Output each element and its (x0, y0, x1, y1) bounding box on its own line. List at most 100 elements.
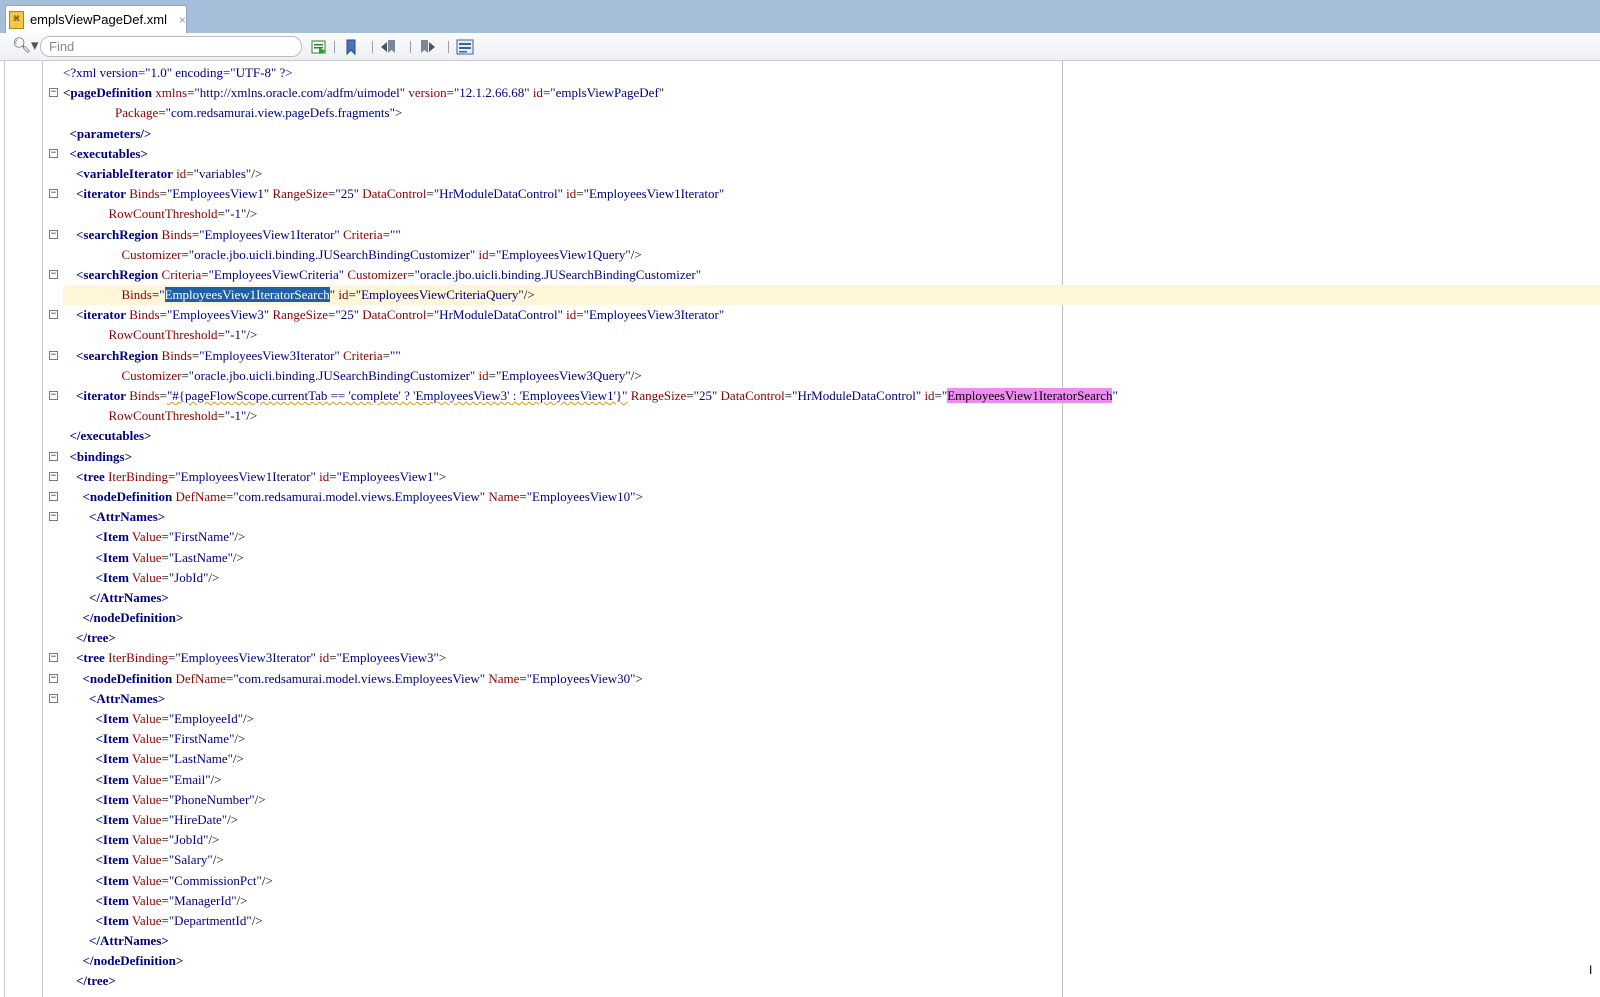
code-line[interactable]: <Item Value="EmployeeId"/> (5, 709, 1600, 729)
tab-empls-view-page-def[interactable]: ⌘ emplsViewPageDef.xml × (5, 5, 187, 33)
fold-toggle-icon[interactable]: − (49, 88, 58, 98)
code-line[interactable]: </executables> (5, 426, 1600, 446)
fold-toggle-icon[interactable]: − (49, 471, 58, 481)
code-token: <pageDefinition (63, 85, 153, 101)
code-line[interactable]: − <iterator Binds="EmployeesView1" Range… (5, 184, 1600, 204)
code-line[interactable]: − <executables> (5, 144, 1600, 164)
fold-toggle-icon[interactable]: − (49, 229, 58, 239)
code-editor[interactable]: <?xml version="1.0" encoding="UTF-8" ?> −… (4, 61, 1600, 997)
run-icon[interactable] (310, 38, 328, 56)
code-token: <tree (76, 650, 105, 666)
fold-toggle-icon[interactable]: − (49, 310, 58, 320)
code-line-text: <nodeDefinition DefName = "com.redsamurai.… (63, 669, 1600, 689)
code-line[interactable]: <Item Value="CommissionPct"/> (5, 871, 1600, 891)
fold-toggle-icon[interactable]: − (49, 148, 58, 158)
code-token: Binds (121, 287, 152, 303)
code-line[interactable]: <Item Value="Salary"/> (5, 850, 1600, 870)
code-line[interactable]: Binds="EmployeesView1IteratorSearch" id=… (5, 285, 1600, 306)
code-token: id (478, 367, 489, 383)
code-token: = (382, 347, 391, 363)
code-line[interactable]: </AttrNames> (5, 931, 1600, 951)
code-token: Binds (161, 226, 192, 242)
code-line[interactable]: <Item Value="FirstName"/> (5, 527, 1600, 547)
code-line[interactable]: RowCountThreshold="-1"/> (5, 325, 1600, 345)
fold-toggle-icon[interactable]: − (49, 491, 58, 501)
code-line[interactable]: − <searchRegion Criteria="EmployeesViewC… (5, 265, 1600, 285)
toolbar-separator (334, 41, 335, 53)
code-line[interactable]: − <AttrNames> (5, 507, 1600, 527)
fold-toggle-icon[interactable]: − (49, 693, 58, 703)
code-line[interactable]: <Item Value="Email"/> (5, 770, 1600, 790)
code-line[interactable]: − <pageDefinition xmlns = "http://xmlns.ora… (5, 83, 1600, 103)
fold-toggle-icon[interactable]: − (49, 189, 58, 199)
code-line[interactable]: − <iterator Binds="#{pageFlowScope.curre… (5, 386, 1600, 406)
code-line[interactable]: − <AttrNames> (5, 689, 1600, 709)
code-line-text: Customizer="oracle.jbo.uicli.binding.JUS… (63, 245, 1600, 265)
code-line-text: Package="com.redsamurai.view.pageDefs.fr… (63, 103, 1600, 123)
code-token: "EmployeesViewCriteriaQuery" (355, 287, 524, 303)
code-line[interactable]: − <searchRegion Binds = "EmployeesView1Ite… (5, 225, 1600, 245)
code-line[interactable]: Customizer="oracle.jbo.uicli.binding.JUS… (5, 245, 1600, 265)
fold-toggle-icon[interactable]: − (49, 451, 58, 461)
find-input[interactable] (40, 36, 302, 57)
code-line-text: RowCountThreshold="-1"/> (63, 204, 1600, 224)
code-line[interactable]: <Item Value="HireDate"/> (5, 810, 1600, 830)
code-line[interactable]: <Item Value="JobId"/> (5, 830, 1600, 850)
code-token: RowCountThreshold (108, 206, 218, 222)
code-line[interactable]: Package="com.redsamurai.view.pageDefs.fr… (5, 103, 1600, 123)
fold-toggle-icon[interactable]: − (49, 653, 58, 663)
code-line[interactable]: <Item Value="ManagerId"/> (5, 891, 1600, 911)
code-line[interactable]: </nodeDefinition> (5, 608, 1600, 628)
fold-toggle-icon[interactable]: − (49, 391, 58, 400)
code-token: /> (630, 367, 642, 383)
code-token: > (394, 105, 403, 121)
code-line[interactable]: Customizer="oracle.jbo.uicli.binding.JUS… (5, 366, 1600, 386)
code-line[interactable]: </tree> (5, 971, 1600, 991)
code-line[interactable]: <Item Value="LastName"/> (5, 749, 1600, 769)
code-line[interactable]: </tree> (5, 628, 1600, 648)
code-line[interactable]: <Item Value="LastName"/> (5, 548, 1600, 568)
prev-bookmark-icon[interactable] (380, 38, 398, 56)
code-token: <nodeDefinition (82, 488, 173, 504)
code-line[interactable]: <Item Value="DepartmentId"/> (5, 911, 1600, 931)
code-line[interactable]: </nodeDefinition> (5, 951, 1600, 971)
code-line[interactable]: − <nodeDefinition DefName = "com.redsamura… (5, 487, 1600, 507)
search-dropdown-icon[interactable]: 🔍︎▾ (12, 36, 39, 54)
code-line[interactable]: − <bindings> (5, 447, 1600, 467)
code-token: /> (208, 569, 220, 585)
fold-toggle-icon[interactable]: − (49, 512, 58, 522)
code-line[interactable]: <parameters/> (5, 124, 1600, 144)
code-line[interactable]: RowCountThreshold="-1"/> (5, 204, 1600, 224)
code-line[interactable]: <Item Value="PhoneNumber"/> (5, 790, 1600, 810)
code-line[interactable]: − <iterator Binds="EmployeesView3" Range… (5, 305, 1600, 325)
code-lines[interactable]: <?xml version="1.0" encoding="UTF-8" ?> −… (5, 63, 1600, 992)
code-token: Value (131, 771, 162, 787)
structure-icon[interactable] (456, 38, 474, 56)
code-token: "LastName" (168, 751, 233, 767)
code-line[interactable]: <?xml version="1.0" encoding="UTF-8" ?> (5, 63, 1600, 83)
fold-toggle-icon[interactable]: − (49, 269, 58, 279)
code-line[interactable]: − <searchRegion Binds = "EmployeesView3Ite… (5, 346, 1600, 366)
code-line[interactable]: </AttrNames> (5, 588, 1600, 608)
code-token: Value (131, 711, 162, 726)
fold-toggle-icon[interactable]: − (49, 350, 58, 360)
code-token: DataControl (362, 186, 427, 202)
code-token: <parameters/> (69, 125, 152, 141)
code-line[interactable]: RowCountThreshold="-1"/> (5, 406, 1600, 426)
code-token: "" (390, 347, 401, 363)
close-icon[interactable]: × (179, 13, 186, 27)
bookmark-icon[interactable] (342, 38, 360, 56)
code-line[interactable]: <Item Value="FirstName"/> (5, 729, 1600, 749)
code-line[interactable]: <variableIterator id="variables"/> (5, 164, 1600, 184)
code-line[interactable]: <Item Value="JobId"/> (5, 568, 1600, 588)
code-token: = (519, 488, 527, 504)
code-token: RowCountThreshold (108, 408, 218, 424)
code-token: id (566, 186, 577, 202)
next-bookmark-icon[interactable] (418, 38, 436, 56)
fold-toggle-icon[interactable]: − (49, 673, 58, 683)
code-line[interactable]: − <tree IterBinding = "EmployeesView3Itera… (5, 648, 1600, 668)
code-line[interactable]: − <tree IterBinding = "EmployeesView1Itera… (5, 467, 1600, 487)
code-line[interactable]: − <nodeDefinition DefName = "com.redsamura… (5, 669, 1600, 689)
